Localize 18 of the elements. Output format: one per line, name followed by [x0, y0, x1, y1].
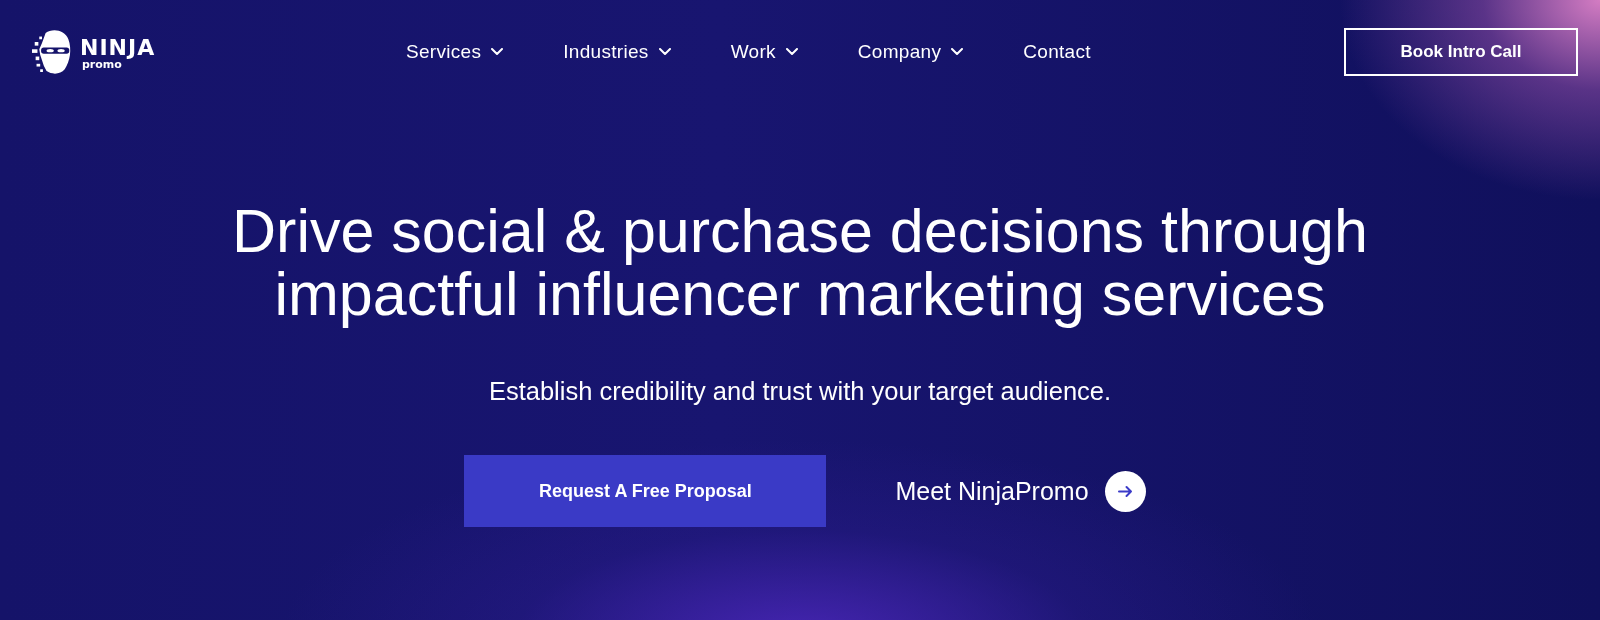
- nav-link[interactable]: Work: [730, 41, 798, 63]
- chevron-down-icon: [658, 48, 671, 56]
- meet-link[interactable]: Meet NinjaPromo: [895, 470, 1146, 512]
- hero-headline: Drive social & purchase decisions through impactful influencer marketing services: [232, 200, 1368, 326]
- chevron-down-icon: [951, 48, 964, 56]
- request-proposal-button[interactable]: Request A Free Proposal: [464, 455, 827, 527]
- book-intro-call-button[interactable]: Book Intro Call: [1344, 28, 1578, 76]
- arrow-right-icon: [1104, 470, 1146, 512]
- logo-wordmark: NINJA: [80, 37, 156, 59]
- logo-subtitle: promo: [82, 59, 122, 71]
- chevron-down-icon: [785, 48, 798, 56]
- hero-subtitle: Establish credibility and trust with your target audience.: [488, 376, 1112, 407]
- chevron-down-icon: [491, 48, 504, 56]
- nav-link[interactable]: Contact: [1023, 41, 1091, 63]
- nav-link[interactable]: Industries: [563, 41, 671, 63]
- nav-link[interactable]: Company: [857, 41, 964, 63]
- ninja-head-icon: [32, 28, 72, 76]
- nav-link[interactable]: Services: [406, 41, 504, 63]
